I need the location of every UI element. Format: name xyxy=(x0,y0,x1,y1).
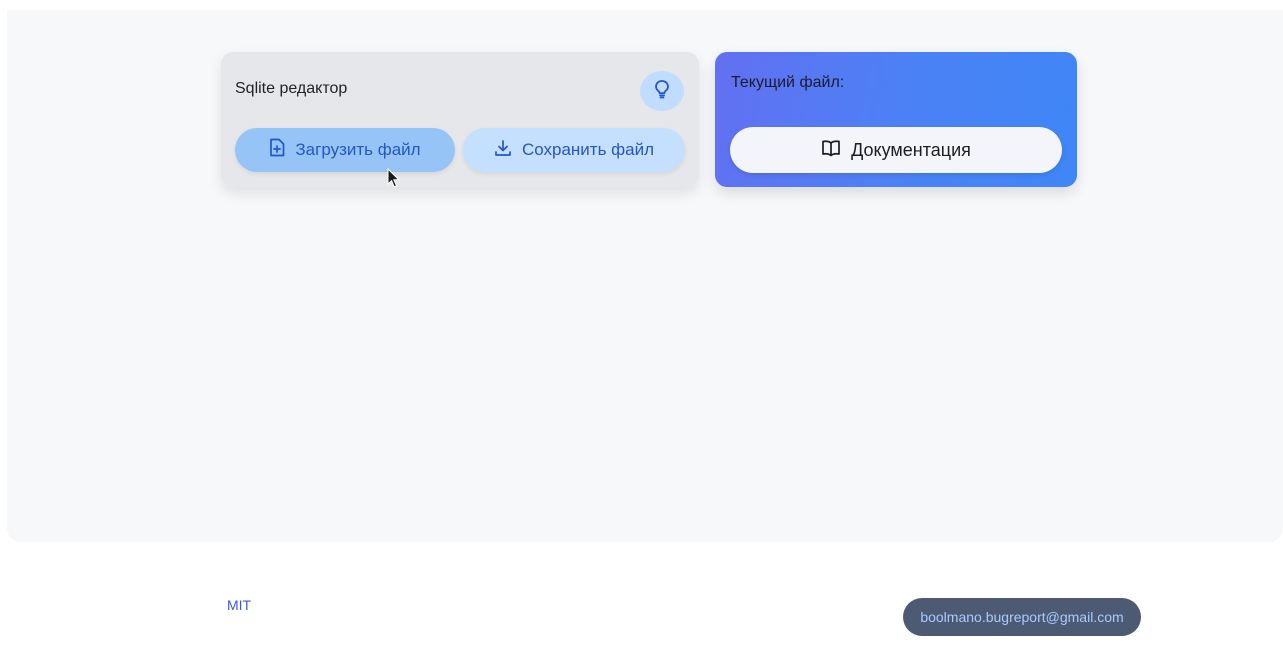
footer xyxy=(7,530,1283,657)
editor-card: Sqlite редактор Загрузить файл Сохранить… xyxy=(221,52,699,187)
documentation-button[interactable]: Документация xyxy=(730,127,1062,173)
editor-title: Sqlite редактор xyxy=(235,80,348,97)
license-link[interactable]: MIT xyxy=(227,597,251,613)
current-file-card: Текущий файл: Документация xyxy=(715,52,1077,187)
lightbulb-icon xyxy=(653,79,671,104)
upload-file-button[interactable]: Загрузить файл xyxy=(235,128,455,172)
download-icon xyxy=(494,139,512,162)
source-code-label: Исходный код: xyxy=(507,597,602,614)
upload-file-label: Загрузить файл xyxy=(295,140,421,159)
license-label: Лицензия: xyxy=(157,597,224,613)
idea-button[interactable] xyxy=(640,71,684,111)
bug-report-email-button[interactable]: boolmano.bugreport@gmail.com xyxy=(903,598,1141,636)
bug-report-email: boolmano.bugreport@gmail.com xyxy=(920,609,1124,625)
save-file-label: Сохранить файл xyxy=(521,140,655,159)
license-info: Лицензия: MIT xyxy=(157,597,251,613)
github-icon[interactable] xyxy=(607,586,644,625)
book-open-icon xyxy=(821,139,841,162)
source-code-info: Исходный код: xyxy=(507,586,644,625)
mouse-cursor-icon xyxy=(387,167,401,188)
save-file-button[interactable]: Сохранить файл xyxy=(463,128,685,172)
documentation-label: Документация xyxy=(851,139,971,160)
current-file-label: Текущий файл: xyxy=(731,74,845,91)
bug-report-text: Нашли ошибку? Напишите мне: xyxy=(910,575,1119,591)
file-plus-icon xyxy=(269,138,285,162)
